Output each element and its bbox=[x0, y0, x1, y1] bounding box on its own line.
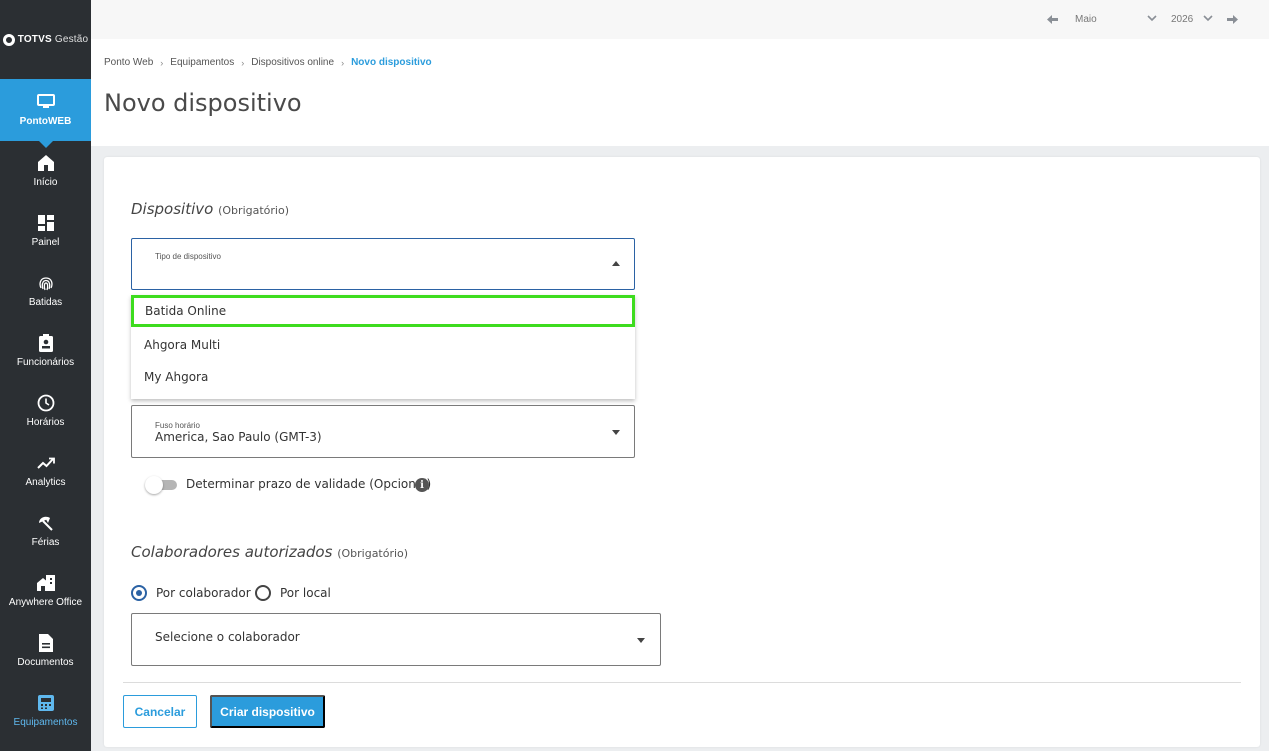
sidebar-item-label: Horários bbox=[26, 417, 65, 428]
brand-logo[interactable]: TOTVS Gestão bbox=[0, 0, 91, 79]
collaborators-section-heading: Colaboradores autorizados bbox=[131, 543, 333, 561]
sidebar-item-label: Analytics bbox=[25, 477, 66, 488]
sidebar-item-funcionarios[interactable]: Funcionários bbox=[0, 321, 91, 381]
option-batida-online[interactable]: Batida Online bbox=[131, 295, 635, 327]
sidebar-item-label: Funcionários bbox=[16, 357, 75, 368]
year-value: 2026 bbox=[1171, 14, 1194, 25]
validity-toggle[interactable] bbox=[145, 476, 177, 494]
radio-by-collaborator-label: Por colaborador bbox=[156, 586, 251, 600]
month-select[interactable]: Maio bbox=[1075, 14, 1157, 25]
page-header: Ponto Web › Equipamentos › Dispositivos … bbox=[91, 39, 1269, 146]
document-icon bbox=[37, 634, 55, 652]
caret-down-icon bbox=[612, 430, 620, 435]
radio-by-collaborator[interactable] bbox=[131, 585, 147, 601]
breadcrumb: Ponto Web › Equipamentos › Dispositivos … bbox=[104, 57, 432, 68]
collaborator-select-placeholder: Selecione o colaborador bbox=[155, 630, 300, 644]
sidebar-item-equipamentos[interactable]: Equipamentos bbox=[0, 681, 91, 741]
option-my-ahgora[interactable]: My Ahgora bbox=[131, 361, 635, 393]
device-section-qualifier: (Obrigatório) bbox=[218, 204, 289, 217]
home-icon bbox=[37, 154, 55, 172]
dashboard-icon bbox=[37, 214, 55, 232]
sidebar-item-pontoweb[interactable]: PontoWEB bbox=[0, 79, 91, 148]
next-month-arrow-icon[interactable] bbox=[1225, 13, 1239, 27]
sidebar-item-label: Batidas bbox=[28, 297, 63, 308]
beach-umbrella-icon bbox=[37, 514, 55, 532]
sidebar-item-documentos[interactable]: Documentos bbox=[0, 621, 91, 681]
sidebar-item-label: Início bbox=[33, 177, 58, 188]
validity-toggle-label: Determinar prazo de validade (Opcional) bbox=[186, 477, 432, 491]
device-type-select[interactable]: Tipo de dispositivo bbox=[131, 238, 635, 290]
breadcrumb-equipamentos[interactable]: Equipamentos bbox=[170, 57, 234, 68]
sidebar-item-label: Férias bbox=[31, 537, 60, 548]
option-ahgora-multi[interactable]: Ahgora Multi bbox=[131, 329, 635, 361]
breadcrumb-dispositivos-online[interactable]: Dispositivos online bbox=[251, 57, 334, 68]
timezone-label: Fuso horário bbox=[155, 421, 200, 430]
clock-icon bbox=[37, 394, 55, 412]
brand-name: TOTVS Gestão bbox=[17, 34, 89, 45]
sidebar-item-label: Anywhere Office bbox=[8, 597, 83, 608]
device-section-title: Dispositivo (Obrigatório) bbox=[131, 200, 289, 218]
collaborators-section-title: Colaboradores autorizados (Obrigatório) bbox=[131, 543, 408, 561]
timezone-value: America, Sao Paulo (GMT-3) bbox=[155, 430, 322, 444]
info-icon[interactable]: i bbox=[415, 478, 429, 492]
device-section-heading: Dispositivo bbox=[131, 200, 214, 218]
chevron-down-icon bbox=[1203, 14, 1213, 25]
badge-icon bbox=[37, 334, 55, 352]
collaborators-section-qualifier: (Obrigatório) bbox=[337, 547, 409, 560]
breadcrumb-current: Novo dispositivo bbox=[351, 57, 432, 68]
radio-by-location[interactable] bbox=[255, 585, 271, 601]
sidebar-item-analytics[interactable]: Analytics bbox=[0, 441, 91, 501]
toggle-knob bbox=[145, 476, 163, 494]
device-type-options: Batida Online Ahgora Multi My Ahgora bbox=[131, 295, 635, 399]
caret-down-icon bbox=[637, 638, 645, 643]
brand-mark-icon bbox=[2, 33, 15, 46]
timezone-select[interactable]: Fuso horário America, Sao Paulo (GMT-3) bbox=[131, 405, 635, 458]
chevron-right-icon: › bbox=[341, 57, 345, 68]
device-type-label: Tipo de dispositivo bbox=[155, 252, 221, 261]
sidebar-item-ferias[interactable]: Férias bbox=[0, 501, 91, 561]
sidebar-item-label: PontoWEB bbox=[19, 116, 72, 127]
sidebar-item-label: Equipamentos bbox=[13, 717, 78, 728]
chevron-down-icon bbox=[1147, 14, 1157, 25]
chevron-right-icon: › bbox=[241, 57, 245, 68]
sidebar-item-anywhere-office[interactable]: Anywhere Office bbox=[0, 561, 91, 621]
create-device-button[interactable]: Criar dispositivo bbox=[210, 695, 325, 728]
page-title: Novo dispositivo bbox=[104, 89, 302, 117]
chevron-right-icon: › bbox=[160, 57, 164, 68]
year-select[interactable]: 2026 bbox=[1171, 14, 1213, 25]
period-selector: Maio 2026 bbox=[1045, 0, 1269, 39]
collaborator-select[interactable]: Selecione o colaborador bbox=[131, 613, 661, 666]
sidebar-item-batidas[interactable]: Batidas bbox=[0, 261, 91, 321]
fingerprint-icon bbox=[37, 274, 55, 292]
breadcrumb-ponto-web[interactable]: Ponto Web bbox=[104, 57, 153, 68]
device-icon bbox=[37, 694, 55, 712]
radio-by-location-label: Por local bbox=[280, 586, 331, 600]
home-work-icon bbox=[36, 574, 55, 592]
monitor-icon bbox=[36, 93, 55, 111]
sidebar-item-painel[interactable]: Painel bbox=[0, 201, 91, 261]
trend-icon bbox=[36, 454, 55, 472]
cancel-button[interactable]: Cancelar bbox=[123, 695, 197, 728]
topbar: Maio 2026 bbox=[91, 0, 1269, 39]
sidebar-item-horarios[interactable]: Horários bbox=[0, 381, 91, 441]
actions-divider bbox=[123, 682, 1241, 683]
sidebar-item-label: Documentos bbox=[17, 657, 74, 668]
previous-month-arrow-icon[interactable] bbox=[1045, 13, 1059, 27]
sidebar: TOTVS Gestão PontoWEB Início Painel Bati… bbox=[0, 0, 91, 751]
caret-up-icon bbox=[612, 261, 620, 266]
sidebar-item-inicio[interactable]: Início bbox=[0, 141, 91, 201]
month-value: Maio bbox=[1075, 14, 1097, 25]
sidebar-item-label: Painel bbox=[31, 237, 60, 248]
